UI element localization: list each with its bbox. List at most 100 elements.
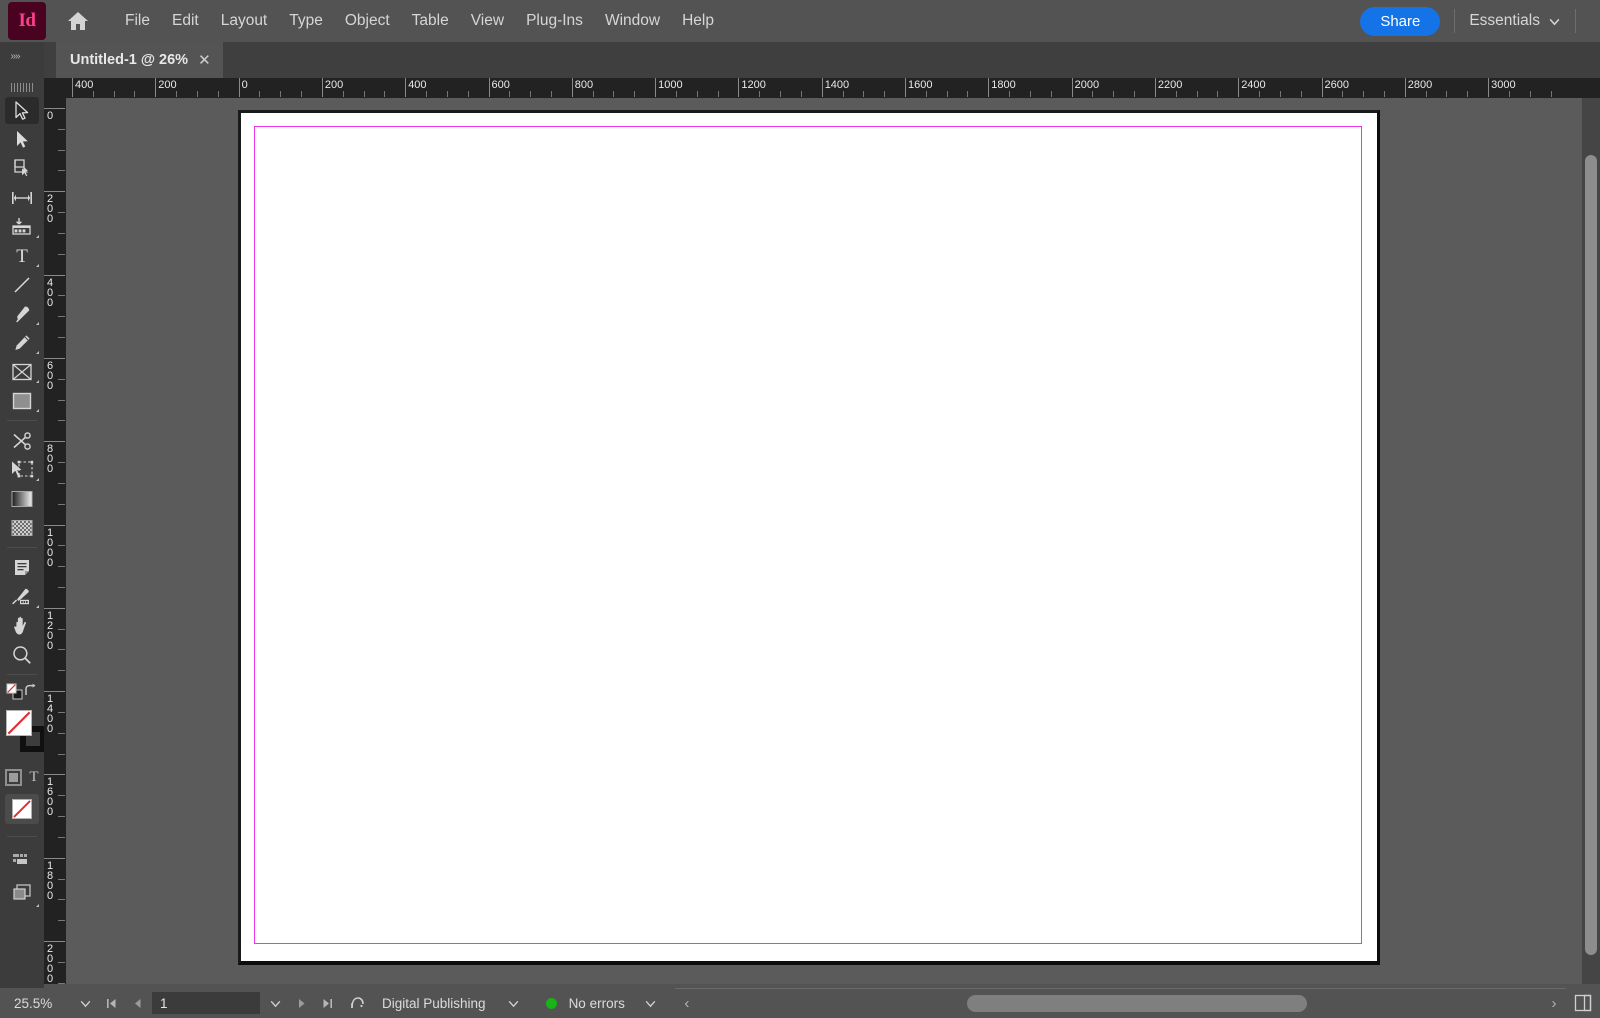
page-number-field[interactable]: 1	[152, 992, 260, 1014]
scissors-tool[interactable]	[0, 426, 44, 455]
toolbar-drag-grip[interactable]	[0, 78, 44, 96]
ruler-minor-tick	[58, 295, 65, 297]
first-page-icon[interactable]	[98, 997, 124, 1010]
direct-selection-tool[interactable]	[0, 125, 44, 154]
normal-view-mode-icon[interactable]	[0, 842, 44, 876]
panel-layout-icon[interactable]	[1566, 994, 1600, 1012]
ruler-minor-tick	[1383, 91, 1385, 97]
document-canvas[interactable]: Add a Frame Start with Image T	[66, 98, 1582, 984]
gradient-feather-tool[interactable]	[0, 513, 44, 542]
close-icon[interactable]: ✕	[198, 53, 211, 68]
ruler-minor-tick	[759, 91, 761, 97]
selection-tool[interactable]	[0, 96, 44, 125]
ruler-major-tick	[44, 274, 65, 276]
previous-page-icon[interactable]	[124, 997, 150, 1010]
share-button[interactable]: Share	[1360, 6, 1441, 36]
scroll-left-icon[interactable]: ‹	[675, 995, 699, 1012]
content-collector-tool[interactable]	[0, 212, 44, 241]
last-page-icon[interactable]	[314, 997, 340, 1010]
fill-swatch[interactable]	[6, 710, 32, 736]
ruler-minor-tick	[530, 91, 532, 97]
vertical-scrollbar-thumb[interactable]	[1585, 155, 1597, 955]
ruler-origin[interactable]	[44, 78, 67, 99]
screen-mode-icon[interactable]	[0, 876, 44, 910]
eyedropper-tool[interactable]	[0, 582, 44, 611]
vertical-ruler[interactable]: 0 200 400 600 800 1000 1200 1400 1600 1800 2000	[44, 98, 67, 984]
gap-tool[interactable]	[0, 183, 44, 212]
formatting-affects-container-icon[interactable]	[5, 768, 23, 786]
horizontal-scrollbar-track[interactable]	[699, 989, 1542, 1018]
horizontal-ruler[interactable]: 400 200 0 200 400 600 800 1000 1200 1400 1600 1800 2…	[66, 78, 1600, 99]
ruler-minor-tick	[1508, 91, 1510, 97]
menu-item-object[interactable]: Object	[334, 8, 401, 34]
ruler-label: 800	[47, 443, 54, 476]
toolbar-collapse-area[interactable]: »»	[0, 42, 44, 78]
document-tab[interactable]: Untitled-1 @ 26% ✕	[56, 42, 223, 78]
zoom-level-chevron-down-icon[interactable]	[72, 997, 98, 1010]
preflight-profile-label[interactable]: Digital Publishing	[376, 996, 492, 1011]
preflight-icon[interactable]	[340, 994, 376, 1012]
page-number-chevron-down-icon[interactable]	[262, 997, 288, 1010]
menu-item-edit[interactable]: Edit	[161, 8, 210, 34]
type-tool[interactable]: T	[0, 241, 44, 270]
ruler-major-tick	[44, 357, 65, 359]
ruler-minor-tick	[1050, 91, 1052, 97]
ruler-minor-tick	[58, 836, 65, 838]
ruler-minor-tick	[58, 253, 65, 255]
ruler-label: 0	[47, 110, 54, 122]
gradient-swatch-tool[interactable]	[0, 484, 44, 513]
error-status-chevron-down-icon[interactable]	[631, 997, 671, 1010]
menu-item-help[interactable]: Help	[671, 8, 725, 34]
ruler-minor-tick	[58, 961, 65, 963]
menu-items: File Edit Layout Type Object Table View …	[114, 8, 725, 34]
page-tool[interactable]	[0, 154, 44, 183]
menu-item-table[interactable]: Table	[401, 8, 460, 34]
horizontal-scrollbar-thumb[interactable]	[966, 994, 1307, 1012]
menu-item-layout[interactable]: Layout	[210, 8, 279, 34]
ruler-label: 200	[158, 79, 177, 91]
ruler-minor-tick	[509, 91, 511, 97]
next-page-icon[interactable]	[288, 997, 314, 1010]
menu-bar: Id File Edit Layout Type Object Table Vi…	[0, 0, 1600, 42]
workspace-switcher[interactable]: Essentials	[1469, 12, 1561, 30]
pen-tool[interactable]	[0, 299, 44, 328]
ruler-minor-tick	[196, 91, 198, 97]
zoom-tool[interactable]	[0, 640, 44, 669]
ruler-minor-tick	[58, 399, 65, 401]
ruler-major-tick	[44, 441, 65, 443]
ruler-label: 2000	[47, 943, 54, 985]
horizontal-scrollbar[interactable]: ‹ ›	[674, 987, 1566, 1018]
ruler-minor-tick	[1529, 91, 1531, 97]
ruler-major-tick	[44, 774, 65, 776]
formatting-affects-text-icon[interactable]: T	[29, 769, 38, 786]
ruler-label: 600	[47, 359, 54, 392]
menu-item-type[interactable]: Type	[278, 8, 334, 34]
rectangle-tool[interactable]	[0, 386, 44, 415]
fill-and-stroke-swatches[interactable]	[0, 708, 46, 764]
menu-item-view[interactable]: View	[460, 8, 515, 34]
preflight-profile-chevron-down-icon[interactable]	[492, 997, 536, 1010]
ruler-major-tick	[44, 191, 65, 193]
scroll-right-icon[interactable]: ›	[1542, 995, 1566, 1012]
document-tab-bar: Untitled-1 @ 26% ✕	[0, 42, 1600, 78]
menu-item-plugins[interactable]: Plug-Ins	[515, 8, 594, 34]
ruler-minor-tick	[780, 91, 782, 97]
ruler-minor-tick	[58, 899, 65, 901]
ruler-label: 2400	[1241, 79, 1266, 91]
hand-tool[interactable]	[0, 611, 44, 640]
apply-none-icon[interactable]	[5, 794, 39, 824]
menu-item-file[interactable]: File	[114, 8, 161, 34]
home-icon[interactable]	[56, 0, 100, 42]
zoom-level-value[interactable]: 25.5%	[0, 996, 72, 1011]
line-tool[interactable]	[0, 270, 44, 299]
swap-fill-stroke-icon[interactable]	[23, 683, 38, 698]
default-fill-stroke-icon[interactable]	[6, 683, 23, 700]
rectangle-frame-tool[interactable]	[0, 357, 44, 386]
menu-item-window[interactable]: Window	[594, 8, 671, 34]
pencil-tool[interactable]	[0, 328, 44, 357]
note-tool[interactable]	[0, 553, 44, 582]
ruler-minor-tick	[613, 91, 615, 97]
margin-guide	[254, 126, 1362, 944]
vertical-scrollbar[interactable]	[1582, 98, 1600, 984]
free-transform-tool[interactable]	[0, 455, 44, 484]
